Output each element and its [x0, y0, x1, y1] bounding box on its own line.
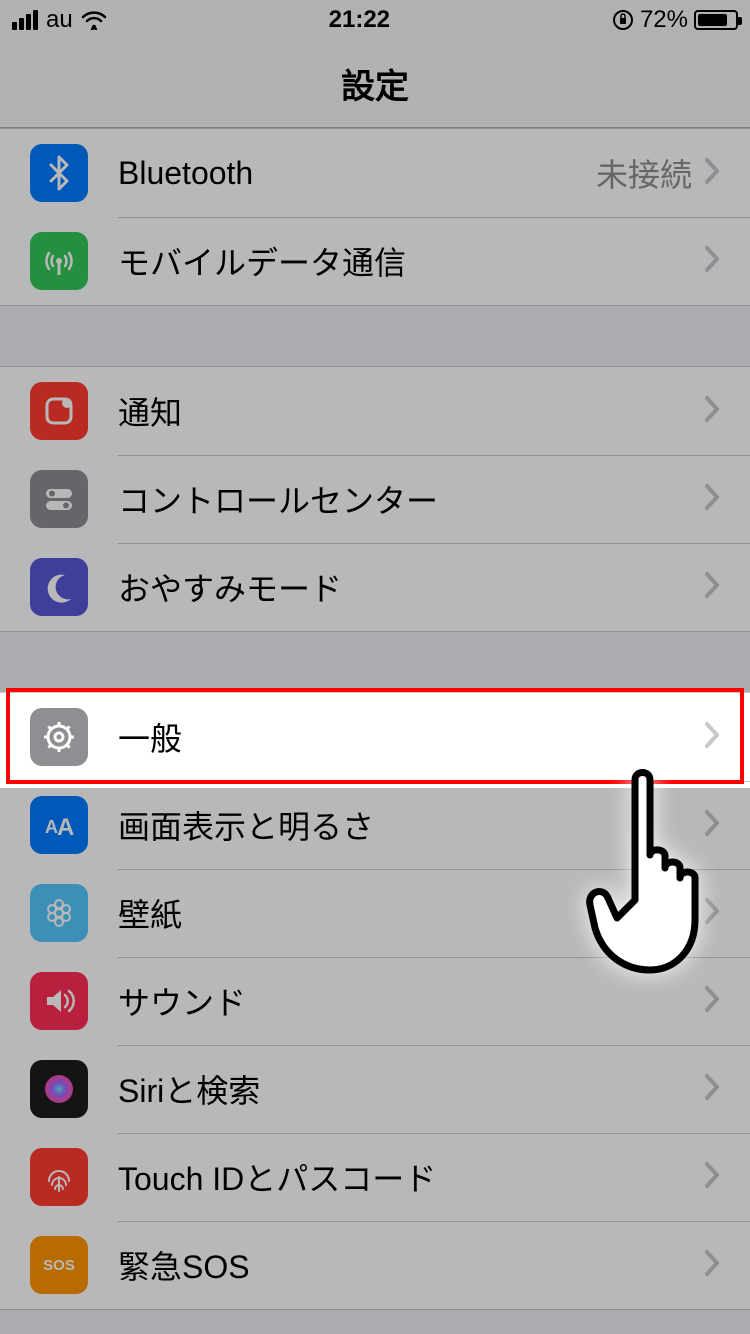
- chevron-right-icon: [704, 1073, 720, 1106]
- cell-label: コントロールセンター: [118, 476, 704, 522]
- cell-control-center[interactable]: コントロールセンター: [0, 455, 750, 543]
- cell-touchid[interactable]: Touch IDとパスコード: [0, 1133, 750, 1221]
- cell-do-not-disturb[interactable]: おやすみモード: [0, 543, 750, 631]
- cell-notifications[interactable]: 通知: [0, 367, 750, 455]
- cell-label: Touch IDとパスコード: [118, 1154, 704, 1200]
- cell-bluetooth[interactable]: Bluetooth 未接続: [0, 129, 750, 217]
- control-center-icon: [30, 470, 88, 528]
- gear-icon: [30, 708, 88, 766]
- sos-icon: SOS: [30, 1236, 88, 1294]
- chevron-right-icon: [704, 1249, 720, 1282]
- cell-mobile-data[interactable]: モバイルデータ通信: [0, 217, 750, 305]
- cell-label: 一般: [118, 714, 704, 760]
- chevron-right-icon: [704, 245, 720, 278]
- cell-label: モバイルデータ通信: [118, 238, 704, 284]
- settings-group: Bluetooth 未接続 モバイルデータ通信: [0, 128, 750, 306]
- group-gap: [0, 632, 750, 692]
- display-icon: AA: [30, 796, 88, 854]
- bluetooth-icon: [30, 144, 88, 202]
- battery-percent: 72%: [640, 6, 688, 34]
- cell-value: 未接続: [596, 150, 692, 196]
- page-title: 設定: [341, 59, 409, 108]
- cell-siri[interactable]: Siriと検索: [0, 1045, 750, 1133]
- status-left: au: [12, 6, 107, 34]
- status-time: 21:22: [329, 6, 390, 34]
- status-bar: au 21:22 72%: [0, 0, 750, 40]
- battery-icon: [694, 10, 738, 30]
- siri-icon: [30, 1060, 88, 1118]
- notifications-icon: [30, 382, 88, 440]
- chevron-right-icon: [704, 721, 720, 754]
- svg-text:A: A: [57, 814, 74, 841]
- fingerprint-icon: [30, 1148, 88, 1206]
- carrier-label: au: [46, 6, 73, 34]
- cell-label: Bluetooth: [118, 155, 596, 192]
- chevron-right-icon: [704, 157, 720, 190]
- cellular-icon: [30, 232, 88, 290]
- svg-text:SOS: SOS: [43, 1257, 75, 1274]
- cell-label: 緊急SOS: [118, 1242, 704, 1288]
- group-gap: [0, 306, 750, 366]
- settings-group: 通知 コントロールセンター おやすみモード: [0, 366, 750, 632]
- chevron-right-icon: [704, 985, 720, 1018]
- pointer-hand-annotation: [575, 760, 725, 985]
- cell-label: おやすみモード: [118, 564, 704, 610]
- chevron-right-icon: [704, 571, 720, 604]
- chevron-right-icon: [704, 395, 720, 428]
- settings-list: Bluetooth 未接続 モバイルデータ通信 通知 コントロール: [0, 128, 750, 1310]
- wifi-icon: [81, 10, 107, 30]
- sound-icon: [30, 972, 88, 1030]
- nav-bar: 設定: [0, 40, 750, 128]
- status-right: 72%: [612, 6, 738, 34]
- cell-sos[interactable]: SOS 緊急SOS: [0, 1221, 750, 1309]
- orientation-lock-icon: [612, 9, 634, 31]
- signal-icon: [12, 10, 38, 30]
- wallpaper-icon: [30, 884, 88, 942]
- moon-icon: [30, 558, 88, 616]
- cell-label: 通知: [118, 388, 704, 434]
- chevron-right-icon: [704, 1161, 720, 1194]
- chevron-right-icon: [704, 483, 720, 516]
- cell-label: Siriと検索: [118, 1066, 704, 1112]
